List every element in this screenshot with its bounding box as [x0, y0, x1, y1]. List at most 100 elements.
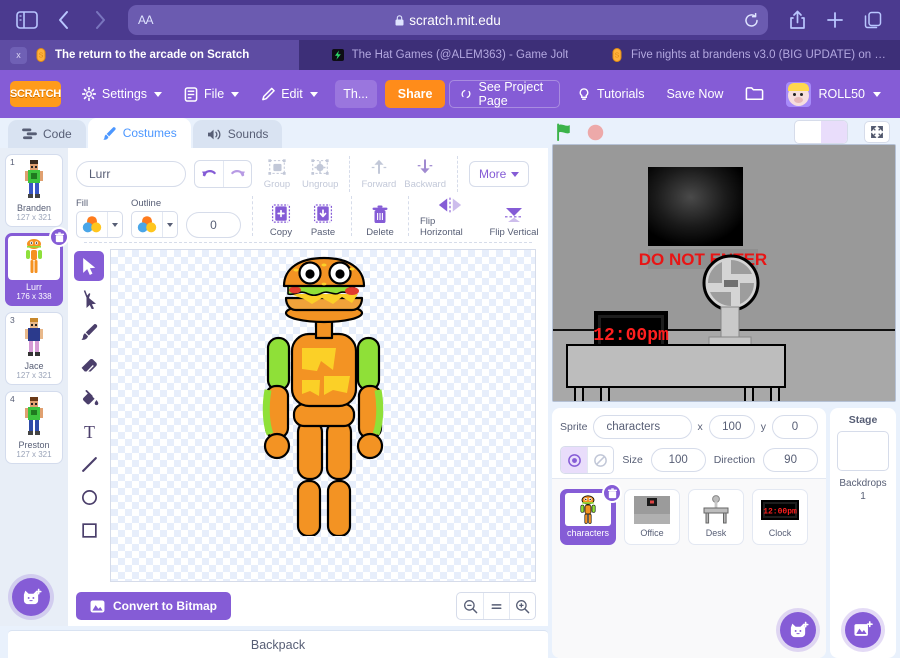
costume-list[interactable]: 1 Branden 127 x 321 2 Lurr 176 x 338 3 J…	[0, 148, 69, 626]
tool-reshape[interactable]	[74, 284, 104, 314]
x-input[interactable]: 100	[708, 415, 755, 439]
ungroup-button[interactable]: Ungroup	[302, 158, 338, 190]
green-flag-button[interactable]	[556, 122, 575, 142]
costume-item-lurr[interactable]: 2 Lurr 176 x 338	[5, 227, 69, 306]
fullscreen-button[interactable]	[864, 121, 890, 143]
tool-eraser[interactable]	[74, 350, 104, 380]
address-bar[interactable]: AA scratch.mit.edu	[128, 5, 768, 35]
sidebar-toggle-icon[interactable]	[10, 5, 44, 35]
sprite-area: Sprite characters x 100 y 0 Size 100 Dir…	[548, 402, 896, 658]
convert-to-bitmap-button[interactable]: Convert to Bitmap	[76, 592, 232, 620]
zoom-reset-button[interactable]	[483, 593, 509, 619]
browser-tab-0[interactable]: x S The return to the arcade on Scratch	[0, 40, 300, 70]
sprite-item-characters[interactable]: characters	[560, 483, 622, 545]
my-stuff-button[interactable]	[736, 79, 773, 109]
menu-save-now[interactable]: Save Now	[657, 79, 732, 109]
zoom-out-button[interactable]	[457, 593, 483, 619]
delete-sprite-icon[interactable]	[602, 483, 622, 503]
tool-rectangle[interactable]	[74, 515, 104, 545]
share-icon[interactable]	[780, 5, 814, 35]
sprite-item-office[interactable]: Office	[624, 489, 680, 545]
equals-icon	[491, 603, 502, 609]
costume-item-preston[interactable]: 4 Preston 127 x 321	[5, 391, 63, 464]
undo-button[interactable]	[195, 161, 223, 187]
project-title-input[interactable]: Th...	[334, 80, 377, 108]
group-label: Group	[263, 179, 291, 190]
menu-settings[interactable]: Settings	[73, 79, 171, 109]
menu-file[interactable]: File	[175, 79, 248, 109]
tool-brush[interactable]	[74, 317, 104, 347]
backpack-bar[interactable]: Backpack	[8, 630, 548, 658]
costume-item-jace[interactable]: 3 Jace 127 x 321	[5, 312, 63, 385]
right-pane: DO NOT ENTER 12:00pm Sprite characters x…	[548, 118, 900, 658]
add-costume-button[interactable]	[12, 578, 50, 616]
share-button[interactable]: Share	[384, 80, 446, 108]
back-icon[interactable]	[48, 5, 80, 35]
costume-item-branden[interactable]: 1 Branden 127 x 321	[5, 154, 63, 227]
account-menu[interactable]: ROLL50	[777, 79, 890, 109]
direction-input[interactable]: 90	[763, 448, 819, 472]
outline-dropdown-icon[interactable]	[162, 212, 177, 237]
backward-button[interactable]: Backward	[404, 158, 446, 190]
tab-close-icon[interactable]: x	[10, 46, 27, 64]
hide-sprite-button[interactable]	[587, 447, 613, 473]
add-sprite-button[interactable]	[780, 612, 816, 648]
outline-color-swatch[interactable]	[132, 212, 162, 237]
tool-circle[interactable]	[74, 482, 104, 512]
fill-dropdown-icon[interactable]	[107, 212, 122, 237]
y-input[interactable]: 0	[772, 415, 818, 439]
add-backdrop-button[interactable]	[845, 612, 881, 648]
fill-color-swatch[interactable]	[77, 212, 107, 237]
paint-canvas[interactable]	[110, 249, 536, 582]
stage[interactable]: DO NOT ENTER 12:00pm	[552, 144, 896, 402]
show-sprite-button[interactable]	[561, 447, 588, 473]
zoom-in-button[interactable]	[509, 593, 535, 619]
scratch-logo[interactable]: SCRATCH	[10, 81, 61, 107]
svg-text:S: S	[615, 53, 620, 60]
large-stage-button[interactable]	[821, 121, 847, 143]
browser-tab-1[interactable]: The Hat Games (@ALEM363) - Game Jolt	[300, 40, 600, 70]
fill-swatch-group[interactable]	[76, 211, 123, 238]
tool-select[interactable]	[74, 251, 104, 281]
costume-name-input[interactable]: Lurr	[76, 161, 186, 187]
size-input[interactable]: 100	[650, 448, 706, 472]
sprite-item-desk[interactable]: Desk	[688, 489, 744, 545]
new-tab-icon[interactable]	[818, 5, 852, 35]
stage-thumbnail[interactable]	[837, 431, 889, 471]
tool-fill[interactable]	[74, 383, 104, 413]
delete-costume-icon[interactable]	[49, 227, 69, 247]
costume-number: 4	[10, 394, 15, 404]
tab-overview-icon[interactable]	[856, 5, 890, 35]
outline-swatch-group[interactable]	[131, 211, 178, 238]
text-size-button[interactable]: AA	[138, 13, 154, 27]
delete-button[interactable]: Delete	[363, 205, 397, 238]
tool-text[interactable]: T	[74, 416, 104, 446]
outline-width-input[interactable]: 0	[186, 212, 241, 238]
group-button[interactable]: Group	[260, 158, 294, 190]
menu-edit[interactable]: Edit	[252, 79, 327, 109]
menu-edit-label: Edit	[281, 87, 303, 101]
tab-code[interactable]: Code	[8, 120, 86, 148]
costume-name: Jace	[24, 361, 44, 371]
tab-costumes[interactable]: Costumes	[87, 118, 191, 148]
flip-horizontal-button[interactable]: Flip Horizontal	[420, 196, 480, 238]
see-project-page-button[interactable]: See Project Page	[449, 80, 560, 108]
more-button[interactable]: More	[469, 161, 530, 187]
stage-selector-panel[interactable]: Stage Backdrops 1	[830, 408, 896, 658]
paste-button[interactable]: Paste	[306, 204, 340, 238]
browser-tab-2[interactable]: S Five nights at brandens v3.0 (BIG UPDA…	[600, 40, 900, 70]
sprite-info-row-1: Sprite characters x 100 y 0	[560, 415, 818, 439]
flip-vertical-button[interactable]: Flip Vertical	[488, 205, 540, 238]
tab-sounds[interactable]: Sounds	[192, 120, 283, 148]
sprite-item-clock[interactable]: 12:00pm Clock	[752, 489, 808, 545]
sprite-name-input[interactable]: characters	[593, 415, 692, 439]
copy-button[interactable]: Copy	[264, 204, 298, 238]
stop-button[interactable]	[587, 124, 604, 141]
menu-tutorials[interactable]: Tutorials	[568, 79, 653, 109]
tool-line[interactable]	[74, 449, 104, 479]
forward-button[interactable]: Forward	[361, 158, 396, 190]
forward-icon[interactable]	[84, 5, 116, 35]
small-stage-button[interactable]	[795, 121, 821, 143]
redo-button[interactable]	[223, 161, 251, 187]
reload-icon[interactable]	[744, 12, 759, 28]
